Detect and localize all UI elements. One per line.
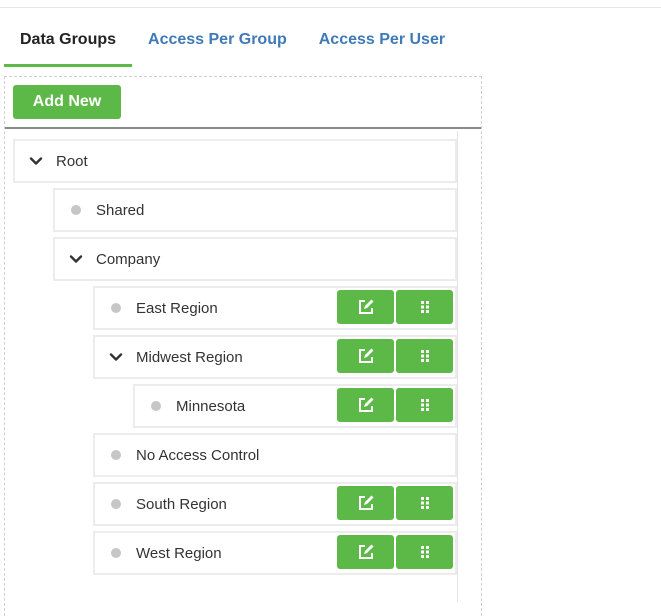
edit-button[interactable]	[337, 486, 394, 520]
tree-node-minnesota[interactable]: Minnesota	[133, 384, 457, 428]
drag-handle-icon	[420, 546, 429, 558]
bullet-icon	[106, 543, 126, 563]
edit-icon	[358, 299, 373, 314]
bullet-icon	[66, 200, 86, 220]
edit-icon	[358, 495, 373, 510]
row-actions	[337, 290, 453, 324]
edit-button[interactable]	[337, 388, 394, 422]
tree-node-label: Shared	[96, 201, 145, 219]
tree-node-company[interactable]: Company	[53, 237, 457, 281]
bullet-icon	[106, 445, 126, 465]
drag-handle-button[interactable]	[396, 290, 453, 324]
row-actions	[337, 486, 453, 520]
tree-node-label: Minnesota	[176, 397, 246, 415]
panel-divider	[5, 127, 481, 129]
tree-node-east-region[interactable]: East Region	[93, 286, 457, 330]
drag-handle-button[interactable]	[396, 339, 453, 373]
drag-handle-icon	[420, 497, 429, 509]
add-new-button[interactable]: Add New	[13, 85, 121, 119]
tab-access-per-group[interactable]: Access Per Group	[132, 20, 303, 67]
edit-icon	[358, 397, 373, 412]
drag-handle-button[interactable]	[396, 486, 453, 520]
drag-handle-button[interactable]	[396, 535, 453, 569]
row-actions	[337, 339, 453, 373]
chevron-down-icon[interactable]	[66, 249, 86, 269]
row-actions	[337, 535, 453, 569]
tree-node-south-region[interactable]: South Region	[93, 482, 457, 526]
edit-button[interactable]	[337, 339, 394, 373]
tree-node-midwest-region[interactable]: Midwest Region	[93, 335, 457, 379]
edit-icon	[358, 348, 373, 363]
chevron-down-icon[interactable]	[26, 151, 46, 171]
tree-node-no-access-control[interactable]: No Access Control	[93, 433, 457, 477]
tab-data-groups[interactable]: Data Groups	[4, 20, 133, 67]
drag-handle-icon	[420, 350, 429, 362]
edit-button[interactable]	[337, 535, 394, 569]
chevron-down-icon[interactable]	[106, 347, 126, 367]
tab-access-per-user[interactable]: Access Per User	[303, 20, 461, 67]
tree-node-label: Root	[56, 152, 88, 170]
tree-node-label: West Region	[136, 544, 222, 562]
edit-button[interactable]	[337, 290, 394, 324]
row-actions	[337, 388, 453, 422]
tree-node-label: No Access Control	[136, 446, 260, 464]
bullet-icon	[146, 396, 166, 416]
bullet-icon	[106, 494, 126, 514]
tree-node-root[interactable]: Root	[13, 139, 457, 183]
tree-node-label: Midwest Region	[136, 348, 243, 366]
tree-node-west-region[interactable]: West Region	[93, 531, 457, 575]
tree-node-label: East Region	[136, 299, 218, 317]
bullet-icon	[106, 298, 126, 318]
edit-icon	[358, 544, 373, 559]
drag-handle-button[interactable]	[396, 388, 453, 422]
tree-scrollbar[interactable]	[457, 131, 481, 602]
drag-handle-icon	[420, 301, 429, 313]
drag-handle-icon	[420, 399, 429, 411]
tab-bar: Data Groups Access Per Group Access Per …	[4, 20, 461, 67]
top-divider	[0, 7, 661, 8]
tree-node-label: South Region	[136, 495, 227, 513]
tree-node-shared[interactable]: Shared	[53, 188, 457, 232]
tree-node-label: Company	[96, 250, 161, 268]
